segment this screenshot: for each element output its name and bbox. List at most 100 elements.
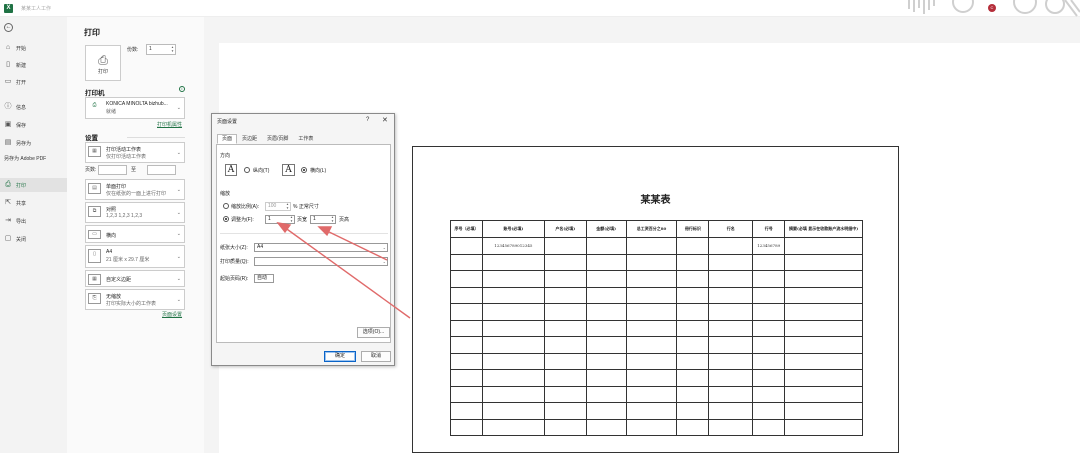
tab-page[interactable]: 页面 bbox=[217, 134, 238, 144]
fit-to-wide-value: 1 bbox=[268, 216, 271, 222]
table-cell bbox=[708, 286, 754, 304]
tab-margins[interactable]: 页边距 bbox=[237, 134, 262, 144]
table-row bbox=[450, 418, 863, 436]
back-arrow-icon[interactable]: ← bbox=[4, 23, 13, 32]
table-cell bbox=[708, 253, 754, 271]
nav-item-info[interactable]: ⓘ 信息 bbox=[0, 100, 67, 114]
print-sides-select[interactable]: ▤ 单面打印 仅在纸张的一面上进行打印 ⌄ bbox=[85, 179, 185, 200]
printer-section-title: 打印机 bbox=[85, 90, 105, 97]
spinner-icon[interactable]: ▲ ▼ bbox=[290, 215, 293, 223]
table-cell bbox=[784, 385, 863, 403]
copies-input[interactable]: 1 ▲ ▼ bbox=[146, 44, 176, 55]
table-cell bbox=[543, 286, 587, 304]
landscape-radio[interactable] bbox=[301, 167, 307, 173]
table-cell bbox=[625, 253, 678, 271]
table-header-row: 序号（必填） 账号(必填) 户名(必填) 金额(必填) 总工资百分之80 冊行标识 行名 行号… bbox=[450, 220, 863, 238]
close-icon[interactable]: ✕ bbox=[382, 116, 388, 124]
nav-item-print[interactable]: ⎙ 打印 bbox=[0, 178, 67, 192]
ok-button[interactable]: 确定 bbox=[324, 351, 356, 362]
nav-item-share[interactable]: ⇱ 共享 bbox=[0, 196, 67, 210]
table-cell bbox=[752, 319, 786, 337]
adjust-to-radio[interactable] bbox=[223, 203, 229, 209]
adjust-to-label: 缩放比例(A): bbox=[231, 204, 260, 210]
printer-ready-icon: ⎙ bbox=[92, 102, 97, 108]
table-cell bbox=[784, 418, 863, 436]
print-icon: ⎙ bbox=[5, 181, 11, 188]
nav-item-open[interactable]: ▭ 打开 bbox=[0, 75, 67, 89]
sheet-title: 某某表 bbox=[640, 195, 671, 206]
user-avatar[interactable]: C bbox=[988, 4, 996, 12]
table-cell bbox=[625, 385, 678, 403]
print-button[interactable]: ⎙ 打印 bbox=[85, 45, 121, 81]
table-cell bbox=[543, 369, 587, 387]
table-cell bbox=[784, 319, 863, 337]
options-button[interactable]: 选项(O)... bbox=[357, 327, 390, 338]
cancel-button[interactable]: 取消 bbox=[361, 351, 391, 362]
printer-properties-link[interactable]: 打印机属性 bbox=[157, 121, 182, 128]
printer-select[interactable]: ⎙ KONICA MINOLTA bizhub... 就绪 ⌄ bbox=[85, 97, 185, 119]
table-cell bbox=[676, 369, 710, 387]
table-cell bbox=[676, 418, 710, 436]
fit-to-radio[interactable] bbox=[223, 216, 229, 222]
table-cell bbox=[784, 270, 863, 288]
info-icon[interactable]: i bbox=[179, 86, 185, 92]
table-header-cell: 行名 bbox=[708, 220, 754, 238]
nav-item-new[interactable]: ▯ 新建 bbox=[0, 58, 67, 72]
paper-size-select[interactable]: A4 ⌄ bbox=[254, 243, 388, 252]
nav-item-export[interactable]: ⇥ 导出 bbox=[0, 214, 67, 228]
table-cell bbox=[708, 385, 754, 403]
scaling-desc: 打印实际大小的工作表 bbox=[106, 301, 157, 307]
tab-header-footer[interactable]: 页眉/页脚 bbox=[262, 134, 293, 144]
table-cell bbox=[481, 418, 545, 436]
adjust-to-value: 100 bbox=[268, 203, 277, 209]
info-icon: ⓘ bbox=[4, 103, 12, 110]
table-cell bbox=[450, 270, 483, 288]
fit-to-wide-input[interactable]: 1 ▲ ▼ bbox=[265, 215, 295, 224]
help-icon[interactable]: ? bbox=[366, 117, 369, 123]
orientation-select[interactable]: ▭ 横向 ⌄ bbox=[85, 225, 185, 243]
table-row bbox=[450, 369, 863, 387]
nav-item-save[interactable]: ▣ 保存 bbox=[0, 118, 67, 132]
print-sides-value: 单面打印 bbox=[106, 184, 127, 190]
scaling-select[interactable]: ⎘ 无缩放 打印实际大小的工作表 ⌄ bbox=[85, 289, 185, 310]
first-page-number-input[interactable]: 自动 bbox=[254, 274, 274, 283]
table-cell bbox=[625, 270, 678, 288]
nav-item-save-as-pdf[interactable]: 另存为 Adobe PDF bbox=[0, 156, 67, 176]
table-cell bbox=[585, 418, 627, 436]
landscape-icon: A bbox=[282, 164, 295, 176]
spinner-icon[interactable]: ▲ ▼ bbox=[286, 202, 289, 210]
tab-sheet[interactable]: 工作表 bbox=[293, 134, 318, 144]
table-row bbox=[450, 270, 863, 288]
pages-to-input[interactable] bbox=[147, 165, 176, 175]
pages-from-input[interactable] bbox=[98, 165, 127, 175]
print-scope-select[interactable]: ▦ 打印活动工作表 仅打印活动工作表 ⌄ bbox=[85, 142, 185, 163]
nav-item-home[interactable]: ⌂ 开始 bbox=[0, 41, 67, 55]
table-cell bbox=[543, 270, 587, 288]
margins-select[interactable]: ▦ 自定义边距 ⌄ bbox=[85, 270, 185, 287]
table-cell bbox=[481, 369, 545, 387]
print-quality-select[interactable]: ⌄ bbox=[254, 257, 388, 266]
nav-item-save-as[interactable]: ▤ 另存为 bbox=[0, 136, 67, 150]
table-cell bbox=[585, 385, 627, 403]
table-cell bbox=[784, 369, 863, 387]
page-setup-link[interactable]: 页面设置 bbox=[162, 311, 182, 318]
table-cell bbox=[450, 336, 483, 354]
print-sides-desc: 仅在纸张的一面上进行打印 bbox=[106, 191, 167, 197]
table-cell bbox=[752, 402, 786, 420]
pages-label: 页数: bbox=[85, 167, 97, 173]
portrait-label: 纵向(T) bbox=[253, 168, 270, 174]
spinner-icon[interactable]: ▲ ▼ bbox=[331, 215, 334, 223]
portrait-radio[interactable] bbox=[244, 167, 250, 173]
chevron-down-icon: ⌄ bbox=[382, 245, 386, 250]
table-cell bbox=[784, 352, 863, 370]
adjust-to-input[interactable]: 100 ▲ ▼ bbox=[265, 202, 291, 211]
spinner-icon[interactable]: ▲ ▼ bbox=[171, 45, 174, 53]
table-cell bbox=[543, 385, 587, 403]
printer-name: KONICA MINOLTA bizhub... bbox=[106, 101, 168, 107]
collate-select[interactable]: ⧉ 对照 1,2,3 1,2,3 1,2,3 ⌄ bbox=[85, 202, 185, 223]
table-cell bbox=[543, 303, 587, 321]
fit-to-tall-input[interactable]: 1 ▲ ▼ bbox=[310, 215, 336, 224]
nav-item-close[interactable]: ▢ 关闭 bbox=[0, 232, 67, 246]
paper-size-select[interactable]: ▯ A4 21 厘米 x 29.7 厘米 ⌄ bbox=[85, 245, 185, 268]
table-cell bbox=[585, 286, 627, 304]
